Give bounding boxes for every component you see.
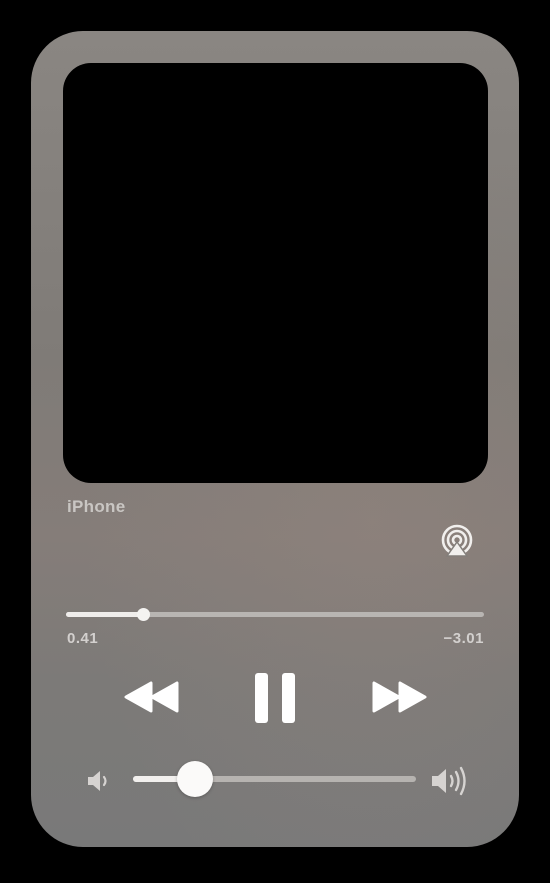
fast-forward-icon[interactable] [369, 680, 429, 714]
now-playing-card: iPhone 0.41 −3.01 [31, 31, 519, 847]
device-name: iPhone [67, 497, 126, 516]
album-artwork[interactable] [63, 63, 488, 483]
volume-low-icon[interactable] [86, 768, 112, 794]
elapsed-time: 0.41 [67, 630, 99, 647]
remaining-time: −3.01 [443, 630, 484, 647]
volume-slider[interactable] [133, 761, 416, 797]
progress-fill [66, 612, 144, 617]
airplay-icon[interactable] [439, 523, 475, 559]
rewind-icon[interactable] [122, 680, 182, 714]
volume-knob[interactable] [177, 761, 214, 797]
progress-bar[interactable] [66, 608, 484, 621]
volume-high-icon[interactable] [430, 765, 470, 797]
progress-scrubber[interactable] [137, 608, 151, 621]
pause-icon[interactable] [252, 671, 298, 725]
